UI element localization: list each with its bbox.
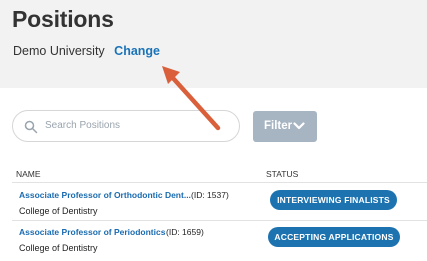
search-icon (24, 120, 38, 134)
column-header-status[interactable]: STATUS (266, 169, 298, 179)
table-header-divider (12, 182, 427, 183)
organization-name: Demo University (13, 44, 105, 58)
position-department: College of Dentistry (19, 243, 98, 253)
row-divider (12, 220, 427, 221)
annotation-arrow-icon (162, 66, 221, 131)
position-title-link[interactable]: Associate Professor of Periodontics (19, 227, 165, 237)
change-organization-link[interactable]: Change (114, 44, 160, 58)
filter-label: Filter (264, 120, 293, 132)
chevron-down-icon (293, 122, 305, 130)
position-title-link[interactable]: Associate Professor of Orthodontic Dent.… (19, 190, 191, 200)
position-department: College of Dentistry (19, 206, 98, 216)
position-id: (ID: 1659) (166, 227, 204, 237)
organization-row: Demo University Change (13, 44, 160, 58)
positions-page: Positions Demo University Change Search … (0, 0, 427, 261)
filter-button[interactable]: Filter (253, 111, 317, 142)
position-id: (ID: 1537) (191, 190, 229, 200)
status-badge[interactable]: INTERVIEWING FINALISTS (270, 190, 397, 210)
column-header-name[interactable]: NAME (16, 169, 41, 179)
page-title: Positions (12, 6, 114, 32)
search-placeholder: Search Positions (45, 120, 121, 131)
status-badge[interactable]: ACCEPTING APPLICATIONS (268, 227, 400, 247)
